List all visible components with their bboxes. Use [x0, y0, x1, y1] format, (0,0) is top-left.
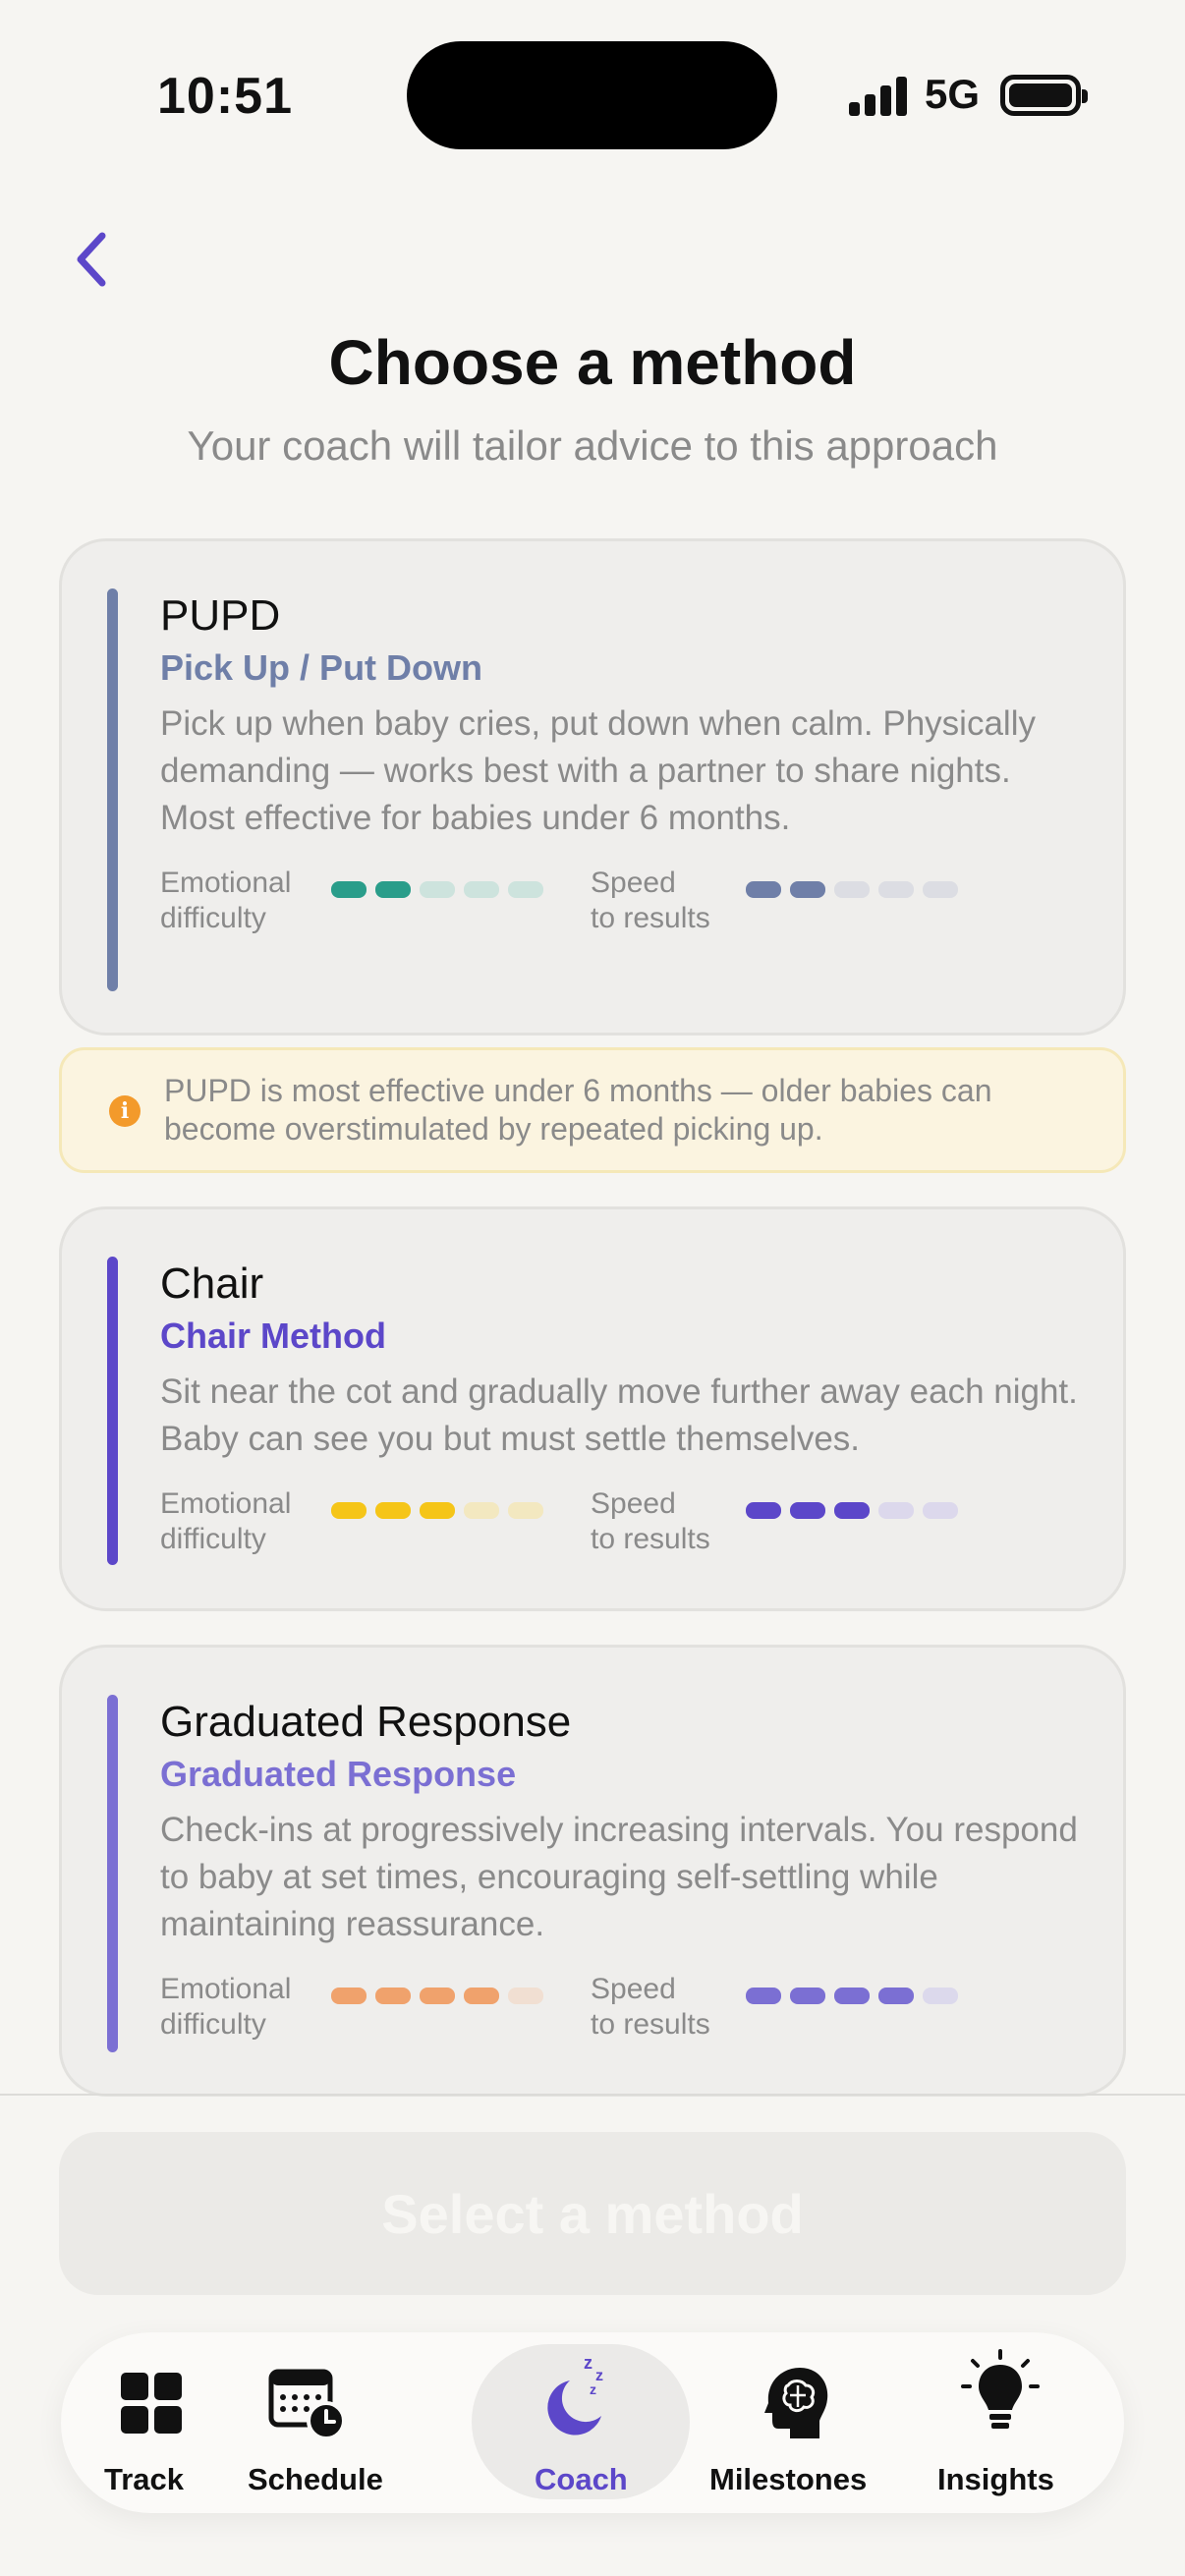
method-name: PUPD [160, 591, 281, 640]
back-button[interactable] [61, 228, 120, 291]
grid-icon [112, 2364, 191, 2442]
speed-to-results-label: Speed to results [591, 1973, 710, 2041]
speed-to-results-label: Speed to results [591, 867, 710, 934]
rating-dot-empty [464, 1502, 499, 1519]
speed-to-results-label: Speed to results [591, 1487, 710, 1555]
moon-sleep-icon: z z z [540, 2353, 619, 2436]
method-description: Check-ins at progressively increasing in… [160, 1811, 1078, 1943]
rating-dot-empty [464, 881, 499, 898]
info-icon: i [109, 1095, 141, 1127]
emotional-difficulty-label: Emotional difficulty [160, 1973, 292, 2041]
emotional-difficulty-label: Emotional difficulty [160, 867, 292, 934]
rating-dot-empty [923, 1502, 958, 1519]
rating-dot-filled [878, 1988, 914, 2004]
rating-dot-filled [790, 1988, 825, 2004]
tab-label: Coach [535, 2462, 628, 2496]
speed-to-results-rating [746, 881, 958, 898]
method-full-name: Pick Up / Put Down [160, 647, 483, 688]
speed-to-results-rating [746, 1502, 958, 1519]
rating-dot-empty [508, 1988, 543, 2004]
method-card-pupd[interactable]: PUPD Pick Up / Put Down Pick up when bab… [59, 538, 1126, 1036]
rating-dot-empty [878, 881, 914, 898]
rating-dot-filled [834, 1988, 870, 2004]
method-description: Pick up when baby cries, put down when c… [160, 704, 1036, 837]
battery-icon [1000, 75, 1088, 116]
rating-dot-filled [331, 1988, 367, 2004]
method-full-name: Chair Method [160, 1316, 386, 1356]
info-note: i PUPD is most effective under 6 months … [59, 1047, 1126, 1173]
emotional-difficulty-rating [331, 1502, 543, 1519]
dynamic-island [407, 41, 777, 149]
rating-dot-filled [790, 881, 825, 898]
tab-milestones[interactable]: Milestones [700, 2332, 896, 2513]
rating-dot-empty [508, 1502, 543, 1519]
status-time: 10:51 [157, 68, 293, 125]
page-subtitle: Your coach will tailor advice to this ap… [187, 422, 998, 469]
info-note-text: PUPD is most effective under 6 months — … [164, 1073, 992, 1147]
tab-label: Schedule [248, 2462, 383, 2496]
rating-dot-empty [508, 881, 543, 898]
tab-insights[interactable]: Insights [916, 2332, 1093, 2513]
emotional-difficulty-rating [331, 1988, 543, 2004]
calendar-clock-icon [267, 2364, 346, 2442]
emotional-difficulty-label: Emotional difficulty [160, 1487, 292, 1555]
tab-label: Insights [937, 2462, 1054, 2496]
rating-dot-filled [746, 1988, 781, 2004]
svg-text:z: z [590, 2381, 596, 2397]
tab-label: Track [104, 2462, 185, 2496]
method-accent-bar [107, 1695, 118, 2052]
status-bar: 10:51 5G [0, 0, 1185, 196]
rating-dot-filled [464, 1988, 499, 2004]
rating-dot-empty [834, 881, 870, 898]
select-method-button[interactable]: Select a method [59, 2132, 1126, 2295]
tab-coach[interactable]: z z z Coach [472, 2332, 690, 2513]
brain-head-icon [757, 2364, 835, 2442]
rating-dot-filled [834, 1502, 870, 1519]
method-description: Sit near the cot and gradually move furt… [160, 1372, 1078, 1458]
method-full-name: Graduated Response [160, 1754, 517, 1794]
rating-dot-filled [420, 1988, 455, 2004]
method-name: Chair [160, 1260, 264, 1308]
rating-dot-filled [746, 1502, 781, 1519]
page-title: Choose a method [328, 327, 857, 398]
method-name: Graduated Response [160, 1698, 572, 1746]
method-card-chair[interactable]: Chair Chair Method Sit near the cot and … [59, 1206, 1126, 1611]
speed-to-results-rating [746, 1988, 958, 2004]
method-accent-bar [107, 588, 118, 991]
tab-bar: Track Schedule z z z Coach Milestones In… [61, 2332, 1124, 2513]
tab-schedule[interactable]: Schedule [218, 2332, 395, 2513]
svg-text:z: z [595, 2368, 603, 2384]
tab-track[interactable]: Track [83, 2332, 220, 2513]
emotional-difficulty-rating [331, 881, 543, 898]
rating-dot-filled [331, 1502, 367, 1519]
method-metrics: Emotional difficulty Speed to results [160, 866, 1084, 942]
method-accent-bar [107, 1257, 118, 1565]
rating-dot-filled [790, 1502, 825, 1519]
rating-dot-filled [375, 1502, 411, 1519]
signal-icon [849, 77, 908, 116]
tab-label: Milestones [709, 2462, 868, 2496]
chevron-left-icon [77, 232, 106, 287]
rating-dot-empty [923, 1988, 958, 2004]
rating-dot-filled [375, 1988, 411, 2004]
rating-dot-filled [375, 881, 411, 898]
network-type: 5G [925, 71, 981, 117]
svg-text:z: z [584, 2353, 592, 2373]
rating-dot-empty [878, 1502, 914, 1519]
rating-dot-filled [420, 1502, 455, 1519]
rating-dot-filled [746, 881, 781, 898]
rating-dot-empty [420, 881, 455, 898]
method-metrics: Emotional difficulty Speed to results [160, 1486, 1084, 1563]
method-metrics: Emotional difficulty Speed to results [160, 1972, 1084, 2048]
rating-dot-empty [923, 881, 958, 898]
footer-divider [0, 2094, 1185, 2096]
rating-dot-filled [331, 881, 367, 898]
lightbulb-icon [961, 2349, 1040, 2433]
method-card-graduated-response[interactable]: Graduated Response Graduated Response Ch… [59, 1645, 1126, 2097]
